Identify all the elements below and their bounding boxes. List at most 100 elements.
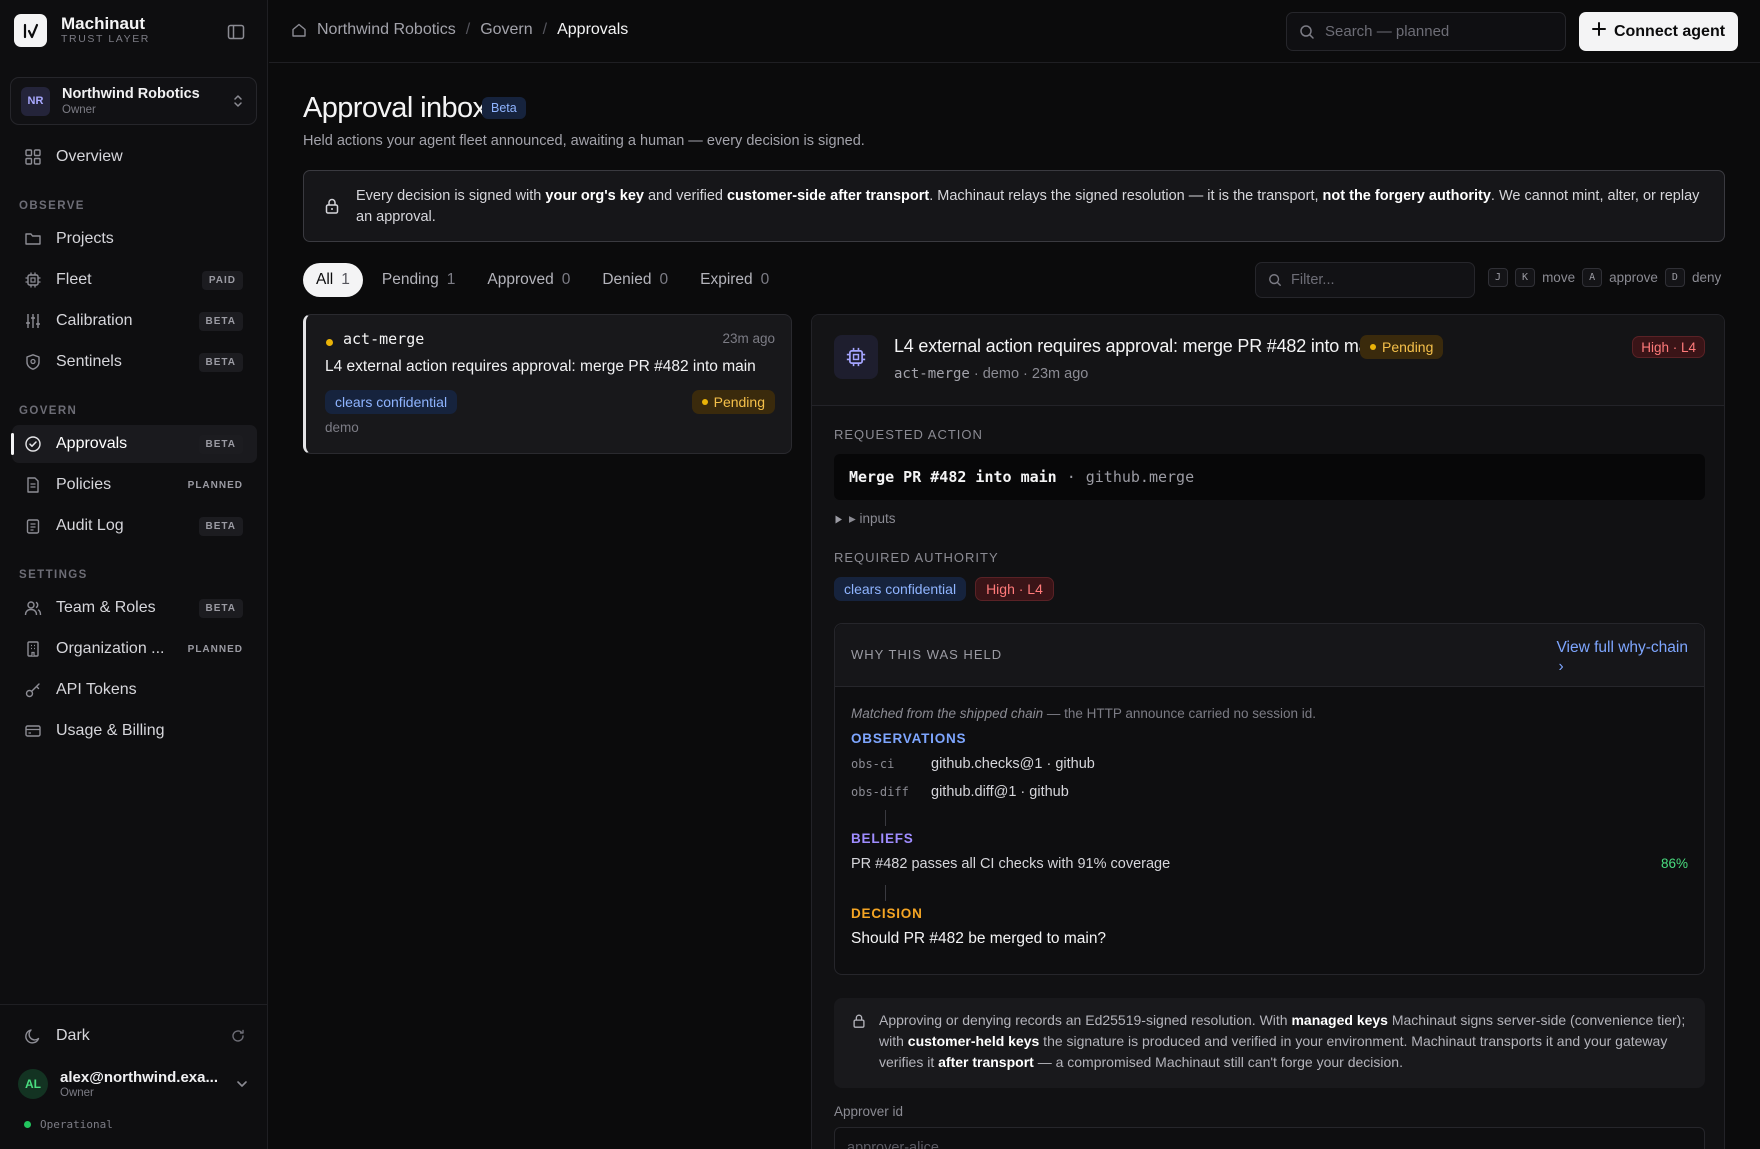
sidebar-item-policies[interactable]: Policies PLANNED <box>12 466 257 504</box>
risk-badge: High · L4 <box>975 577 1054 601</box>
action-id: act-merge <box>343 330 425 348</box>
key-icon <box>24 681 42 699</box>
sidebar-item-label: Projects <box>56 230 114 247</box>
theme-toggle[interactable]: Dark <box>24 1024 246 1048</box>
breadcrumb-separator: / <box>542 21 548 38</box>
kbd-j: J <box>1488 268 1509 287</box>
tab-all[interactable]: All 1 <box>303 263 363 297</box>
authority-tags: clears confidential High · L4 <box>834 577 1054 601</box>
action-separator: · <box>1066 468 1076 486</box>
requested-action-label: REQUESTED ACTION <box>834 427 983 442</box>
sidebar-item-label: Usage & Billing <box>56 722 165 739</box>
lock-icon <box>323 197 341 215</box>
notice-bold: your org's key <box>545 188 644 204</box>
search-input[interactable] <box>1325 23 1545 40</box>
inputs-label: ▸ inputs <box>849 511 896 526</box>
sidebar-item-organization[interactable]: Organization ... PLANNED <box>12 630 257 668</box>
refresh-icon[interactable] <box>230 1028 246 1044</box>
sign-text: Approving or denying records an Ed25519-… <box>879 1012 1292 1028</box>
action-operation: github.merge <box>1085 468 1195 486</box>
breadcrumb-current: Approvals <box>557 21 629 38</box>
tab-approved[interactable]: Approved 0 <box>474 263 583 297</box>
lock-icon <box>851 1013 867 1029</box>
tab-label: Expired <box>700 271 753 288</box>
system-status-text: Operational <box>40 1118 113 1131</box>
sidebar-item-label: Organization ... <box>56 640 165 657</box>
sign-text: — a compromised Machinaut still can't fo… <box>1033 1054 1403 1070</box>
view-why-chain-link[interactable]: View full why-chain › <box>1556 638 1688 676</box>
shortcut-approve-label: approve <box>1609 270 1658 285</box>
observation-id: obs-ci <box>851 757 895 771</box>
users-icon <box>24 599 42 617</box>
tab-pending[interactable]: Pending 1 <box>369 263 469 297</box>
signing-notice: Every decision is signed with your org's… <box>303 170 1725 242</box>
kbd-a: A <box>1582 268 1603 287</box>
user-role: Owner <box>60 1086 94 1099</box>
sidebar-item-label: Audit Log <box>56 517 124 534</box>
notice-text: Every decision is signed with <box>356 188 546 204</box>
tab-denied[interactable]: Denied 0 <box>589 263 681 297</box>
tab-count: 0 <box>659 271 669 288</box>
sidebar-item-fleet[interactable]: Fleet PAID <box>12 261 257 299</box>
org-avatar: NR <box>21 86 50 116</box>
tab-count: 0 <box>760 271 770 288</box>
system-status: Operational <box>24 1118 113 1131</box>
tab-label: Approved <box>487 271 554 288</box>
sidebar-item-calibration[interactable]: Calibration BETA <box>12 302 257 340</box>
kbd-d: D <box>1664 268 1685 287</box>
home-icon[interactable] <box>291 22 307 38</box>
sidebar-collapse-icon[interactable] <box>226 22 246 42</box>
sidebar-item-api-tokens[interactable]: API Tokens <box>12 671 257 709</box>
sidebar-item-approvals[interactable]: Approvals BETA <box>11 425 257 463</box>
sidebar-item-label: Approvals <box>56 435 128 452</box>
global-search[interactable] <box>1286 12 1566 51</box>
org-name: Northwind Robotics <box>62 85 200 102</box>
kbd-k: K <box>1515 268 1536 287</box>
beliefs-label: BELIEFS <box>851 831 914 846</box>
brand[interactable]: Machinaut TRUST LAYER <box>14 14 150 47</box>
connect-agent-button[interactable]: Connect agent <box>1579 12 1738 51</box>
nav-section-observe: OBSERVE <box>19 200 85 212</box>
inputs-toggle[interactable]: ▸ inputs <box>834 511 896 527</box>
breadcrumb-org[interactable]: Northwind Robotics <box>317 21 456 39</box>
user-menu[interactable]: AL alex@northwind.exa... Owner <box>18 1064 250 1104</box>
sidebar-item-projects[interactable]: Projects <box>12 220 257 258</box>
tab-expired[interactable]: Expired 0 <box>687 263 782 297</box>
why-note-italic: Matched from the shipped chain <box>851 706 1044 721</box>
sidebar-item-audit-log[interactable]: Audit Log BETA <box>12 507 257 545</box>
sidebar-item-usage-billing[interactable]: Usage & Billing <box>12 712 257 750</box>
filter-field[interactable] <box>1255 262 1475 298</box>
belief-confidence: 86% <box>1660 856 1688 871</box>
chevron-up-down-icon <box>230 93 246 109</box>
cpu-icon <box>24 271 42 289</box>
folder-icon <box>24 230 42 248</box>
belief-text: PR #482 passes all CI checks with 91% co… <box>851 856 1171 872</box>
sidebar-item-sentinels[interactable]: Sentinels BETA <box>12 343 257 381</box>
building-icon <box>24 640 42 658</box>
status-dot-icon <box>24 1121 31 1128</box>
detail-meta-rest: · demo · 23m ago <box>969 366 1089 382</box>
machinaut-logo-icon <box>14 14 47 47</box>
chip-icon <box>834 335 878 379</box>
sidebar-item-label: Team & Roles <box>56 599 156 616</box>
search-icon <box>1268 273 1282 287</box>
breadcrumb-govern[interactable]: Govern <box>480 21 532 39</box>
approver-id-field[interactable] <box>834 1127 1705 1149</box>
breadcrumb: Northwind Robotics / Govern / Approvals <box>291 21 628 39</box>
approver-id-label: Approver id <box>834 1104 904 1119</box>
sidebar-item-team-roles[interactable]: Team & Roles BETA <box>12 589 257 627</box>
org-switcher[interactable]: NR Northwind Robotics Owner <box>10 77 257 125</box>
grid-icon <box>24 148 42 166</box>
list-item[interactable]: act-merge 23m ago L4 external action req… <box>303 314 792 454</box>
why-held-panel: WHY THIS WAS HELD View full why-chain › … <box>834 623 1705 975</box>
brand-subtitle: TRUST LAYER <box>61 33 150 45</box>
sidebar-item-label: Policies <box>56 476 112 493</box>
paid-badge: PAID <box>201 270 243 290</box>
observation-text: github.diff@1 · github <box>931 784 1069 800</box>
sign-bold: after transport <box>938 1054 1034 1070</box>
sidebar-item-label: API Tokens <box>56 681 137 698</box>
beta-badge: BETA <box>198 434 243 454</box>
filter-input[interactable] <box>1291 272 1461 288</box>
sidebar-item-overview[interactable]: Overview <box>12 138 257 176</box>
tab-count: 1 <box>341 271 350 288</box>
